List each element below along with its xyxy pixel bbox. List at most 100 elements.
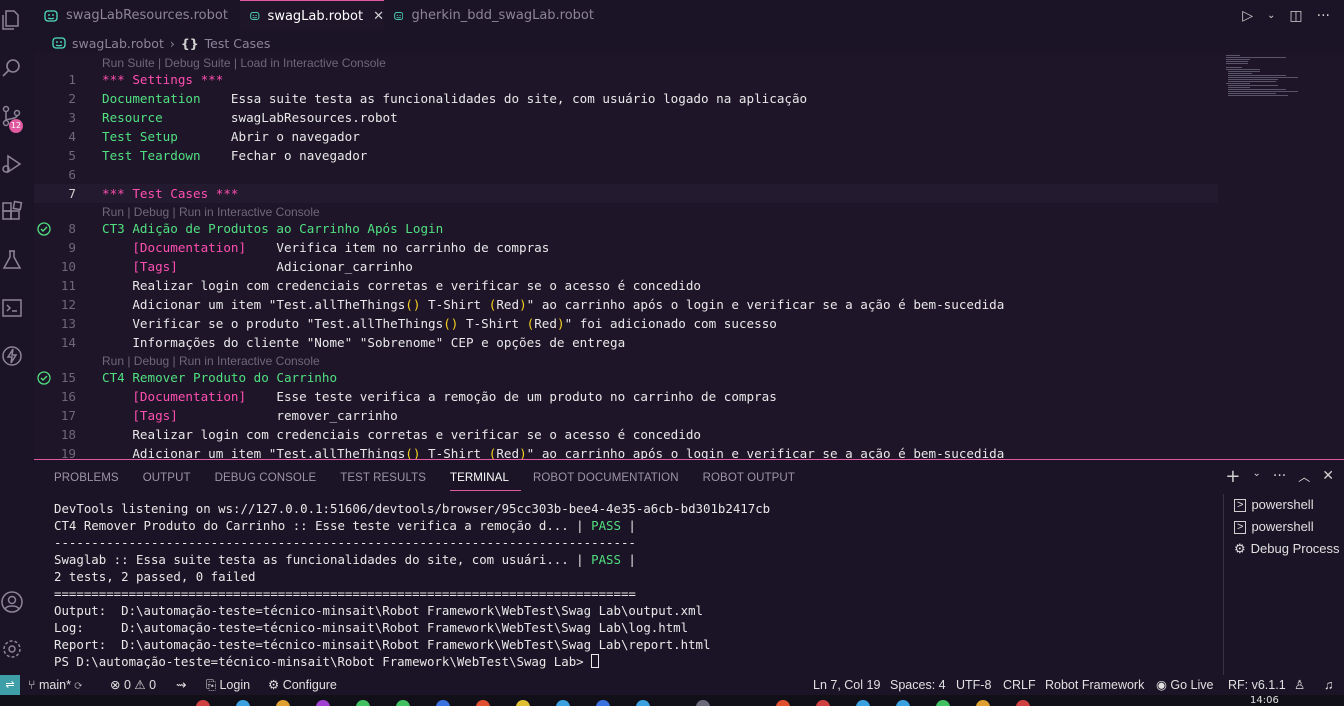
remote-icon[interactable]: ⇌ [0,675,20,695]
taskbar-app-icon[interactable] [396,700,410,706]
terminal-line: Swaglab :: Essa suite testa as funcional… [54,552,636,567]
taskbar-app-icon[interactable] [476,700,490,706]
terminal-output[interactable]: DevTools listening on ws://127.0.0.1:516… [54,500,1219,670]
breadcrumb: swagLab.robot › {} Test Cases [52,34,270,52]
indentation[interactable]: Spaces: 4 [890,675,946,695]
debug-icon[interactable]: ⇝ [176,675,186,695]
panel-actions: + ⌄ ··· ︿ ✕ [1225,468,1334,486]
cursor-position[interactable]: Ln 7, Col 19 [813,675,880,695]
login-icon: ⎘ [206,678,220,692]
search-icon[interactable] [0,56,24,80]
taskbar-app-icon[interactable] [976,700,990,706]
account-icon[interactable] [0,590,24,614]
terminal-line: 2 tests, 2 passed, 0 failed [54,569,256,584]
taskbar-app-icon[interactable] [316,700,330,706]
panel-tabs: PROBLEMS OUTPUT DEBUG CONSOLE TEST RESUL… [54,469,819,491]
problems-status[interactable]: ⊗ 0 ⚠ 0 [110,675,156,695]
tab-gherkin-bdd[interactable]: gherkin_bdd_swagLab.robot [384,0,594,31]
taskbar-app-icon[interactable] [596,700,610,706]
notifications-bell-icon[interactable]: ♫ [1324,675,1333,695]
terminal-line: Output: D:\automação-teste=técnico-minsa… [54,603,704,618]
code-line: 4 Test Setup Abrir o navegador [68,129,360,144]
pass-status: PASS [591,518,621,533]
tab-robot-documentation[interactable]: ROBOT DOCUMENTATION [533,469,691,491]
terminal-item-powershell[interactable]: > powershell [1224,516,1344,538]
taskbar-app-icon[interactable] [356,700,370,706]
taskbar-app-icon[interactable] [776,700,790,706]
terminal-item-debug-process[interactable]: ⚙ Debug Process [1224,538,1344,560]
code-line: 9 [Documentation] Verifica item no carri… [68,240,550,255]
terminal-line: Report: D:\automação-teste=técnico-minsa… [54,637,711,652]
status-bar: ⇌ ⑂ main* ⟳ ⊗ 0 ⚠ 0 ⇝ ⎘ Login ⚙ Configur… [0,675,1344,695]
settings-gear-icon[interactable] [0,637,24,661]
minimap[interactable] [1224,53,1344,459]
taskbar-app-icon[interactable] [856,700,870,706]
terminal-prompt[interactable]: PS D:\automação-teste=técnico-minsait\Ro… [54,653,1219,670]
accounts-icon[interactable]: ♙ [1294,675,1305,695]
testing-flask-icon[interactable] [0,248,24,272]
tab-robot-output[interactable]: ROBOT OUTPUT [703,469,807,491]
language-mode[interactable]: Robot Framework [1045,675,1144,695]
tab-problems[interactable]: PROBLEMS [54,469,131,491]
terminal-icon: > [1234,498,1247,512]
breadcrumb-section[interactable]: Test Cases [205,36,271,51]
robot-file-icon [250,12,260,20]
rf-version[interactable]: RF: v6.1.1 [1228,675,1286,695]
terminal-item-powershell[interactable]: > powershell [1224,494,1344,516]
login-status[interactable]: ⎘ Login [206,675,250,695]
error-icon: ⊗ [110,678,121,692]
tab-swaglabresources[interactable]: swagLabResources.robot [34,0,240,31]
split-editor-icon[interactable]: ◫ [1289,8,1302,24]
taskbar-app-icon[interactable] [436,700,450,706]
branch-status[interactable]: ⑂ main* ⟳ [28,675,82,695]
taskbar-app-icon[interactable] [1016,700,1030,706]
breadcrumb-file[interactable]: swagLab.robot [72,36,164,51]
go-live-status[interactable]: ◉ Go Live [1156,675,1213,695]
pass-status: PASS [591,552,621,567]
code-line: 17 [Tags] remover_carrinho [60,408,398,423]
taskbar-app-icon[interactable] [696,700,710,706]
chevron-down-icon[interactable]: ⌄ [1253,468,1261,486]
configure-status[interactable]: ⚙ Configure [268,675,337,695]
codelens-suite[interactable]: Run Suite | Debug Suite | Load in Intera… [102,55,386,71]
taskbar-app-icon[interactable] [276,700,290,706]
more-actions-icon[interactable]: ··· [1317,8,1330,24]
taskbar-app-icon[interactable] [516,700,530,706]
sync-icon[interactable]: ⟳ [74,678,82,692]
thunder-client-icon[interactable] [0,344,24,368]
extensions-icon[interactable] [0,200,24,224]
taskbar-app-icon[interactable] [636,700,650,706]
explorer-icon[interactable] [0,8,24,32]
editor-tab-bar: swagLabResources.robot swagLab.robot ✕ g… [34,0,1344,31]
bottom-panel: PROBLEMS OUTPUT DEBUG CONSOLE TEST RESUL… [34,459,1344,676]
code-editor[interactable]: Run Suite | Debug Suite | Load in Intera… [34,53,1344,459]
tab-debug-console[interactable]: DEBUG CONSOLE [215,469,329,491]
tab-test-results[interactable]: TEST RESULTS [340,469,438,491]
close-icon[interactable]: ✕ [1322,468,1334,486]
chevron-down-icon[interactable]: ⌄ [1267,10,1275,21]
tab-output[interactable]: OUTPUT [143,469,203,491]
taskbar-app-icon[interactable] [196,700,210,706]
taskbar-app-icon[interactable] [556,700,570,706]
add-terminal-icon[interactable]: + [1225,468,1240,486]
more-actions-icon[interactable]: ··· [1273,468,1286,486]
chevron-right-icon: › [169,35,175,51]
encoding[interactable]: UTF-8 [956,675,991,695]
tab-label: gherkin_bdd_swagLab.robot [411,8,594,23]
tab-swaglab[interactable]: swagLab.robot ✕ [240,0,384,31]
tab-terminal[interactable]: TERMINAL [450,469,521,491]
taskbar-app-icon[interactable] [236,700,250,706]
close-icon[interactable]: ✕ [373,9,384,24]
codelens-test[interactable]: Run | Debug | Run in Interactive Console [102,353,320,369]
codelens-test[interactable]: Run | Debug | Run in Interactive Console [102,204,320,220]
taskbar-app-icon[interactable] [936,700,950,706]
terminal-icon[interactable] [0,296,24,320]
run-play-icon[interactable]: ▷ [1242,8,1253,24]
chevron-up-icon[interactable]: ︿ [1298,468,1310,486]
run-debug-icon[interactable] [0,152,24,176]
taskbar-app-icon[interactable] [816,700,830,706]
code-line: 18 Realizar login com credenciais corret… [60,427,701,442]
taskbar-app-icon[interactable] [896,700,910,706]
code-line: 8 CT3 Adição de Produtos ao Carrinho Após… [68,221,444,236]
line-ending[interactable]: CRLF [1003,675,1036,695]
